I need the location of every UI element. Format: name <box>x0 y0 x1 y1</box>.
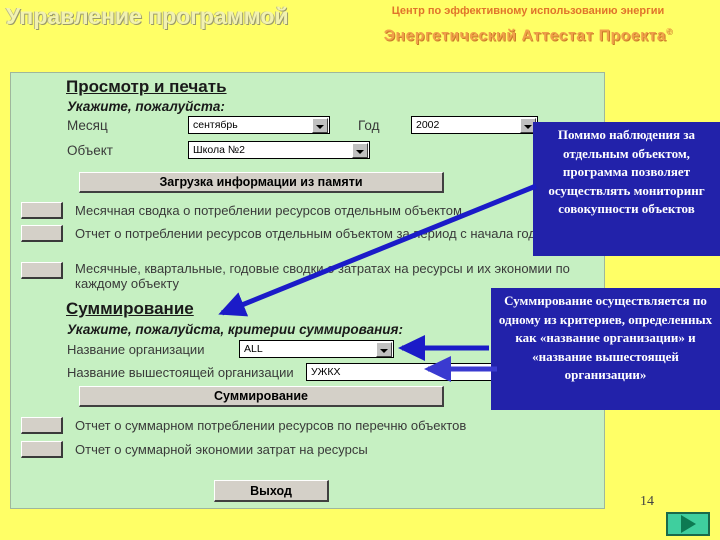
report-button-total-savings[interactable] <box>21 441 63 458</box>
report-button-periodic-costs[interactable] <box>21 262 63 279</box>
report-label-total-savings: Отчет о суммарной экономии затрат на рес… <box>75 442 368 457</box>
organization-subtitle: Центр по эффективному использованию энер… <box>391 5 665 17</box>
view-print-instruction: Укажите, пожалуйста: <box>67 99 225 114</box>
play-triangle-icon <box>680 515 696 533</box>
organization-dropdown[interactable]: ALL <box>239 340 394 358</box>
slide-canvas: Управление программой Центр по эффективн… <box>0 0 720 540</box>
report-label-total-consumption: Отчет о суммарном потреблении ресурсов п… <box>75 418 467 433</box>
object-dropdown[interactable]: Школа №2 <box>188 141 370 159</box>
next-slide-button[interactable] <box>666 512 710 536</box>
summation-button[interactable]: Суммирование <box>79 386 444 407</box>
object-label: Объект <box>67 143 113 158</box>
copyright-mark: © <box>666 27 673 36</box>
report-button-monthly-summary[interactable] <box>21 202 63 219</box>
year-label: Год <box>358 118 380 133</box>
chevron-down-icon[interactable] <box>312 117 328 133</box>
year-value: 2002 <box>416 119 440 131</box>
month-value: сентябрь <box>193 119 238 131</box>
parent-organization-input[interactable]: УЖКХ <box>306 363 511 381</box>
object-value: Школа №2 <box>193 144 245 156</box>
report-label-monthly-summary: Месячная сводка о потреблении ресурсов о… <box>75 203 462 218</box>
organization-label: Название организации <box>67 342 205 357</box>
report-label-periodic-costs: Месячные, квартальные, годовые сводки о … <box>75 261 570 291</box>
report-label-ytd-consumption: Отчет о потреблении ресурсов отдельным о… <box>75 226 544 241</box>
month-dropdown[interactable]: сентябрь <box>188 116 330 134</box>
organization-value: ALL <box>244 343 263 355</box>
report-button-ytd-consumption[interactable] <box>21 225 63 242</box>
page-number: 14 <box>640 494 654 509</box>
chevron-down-icon[interactable] <box>352 142 368 158</box>
chevron-down-icon[interactable] <box>376 341 392 357</box>
year-dropdown[interactable]: 2002 <box>411 116 538 134</box>
summation-instruction: Укажите, пожалуйста, критерии суммирован… <box>67 322 403 337</box>
header-right: Центр по эффективному использованию энер… <box>340 4 716 45</box>
view-print-section-title: Просмотр и печать <box>66 77 227 96</box>
report-button-total-consumption[interactable] <box>21 417 63 434</box>
callout-monitoring: Помимо наблюдения за отдельным объектом,… <box>533 122 720 256</box>
page-title: Управление программой <box>6 3 289 29</box>
month-label: Месяц <box>67 118 108 133</box>
product-title: Энергетический Аттестат Проекта© <box>340 27 716 45</box>
summation-section-title: Суммирование <box>66 299 194 318</box>
parent-organization-label: Название вышестоящей организации <box>67 365 294 380</box>
exit-button[interactable]: Выход <box>214 480 329 502</box>
product-title-text: Энергетический Аттестат Проекта <box>383 27 667 45</box>
callout-summation: Суммирование осуществляется по одному из… <box>491 288 720 410</box>
load-from-memory-button[interactable]: Загрузка информации из памяти <box>79 172 444 193</box>
